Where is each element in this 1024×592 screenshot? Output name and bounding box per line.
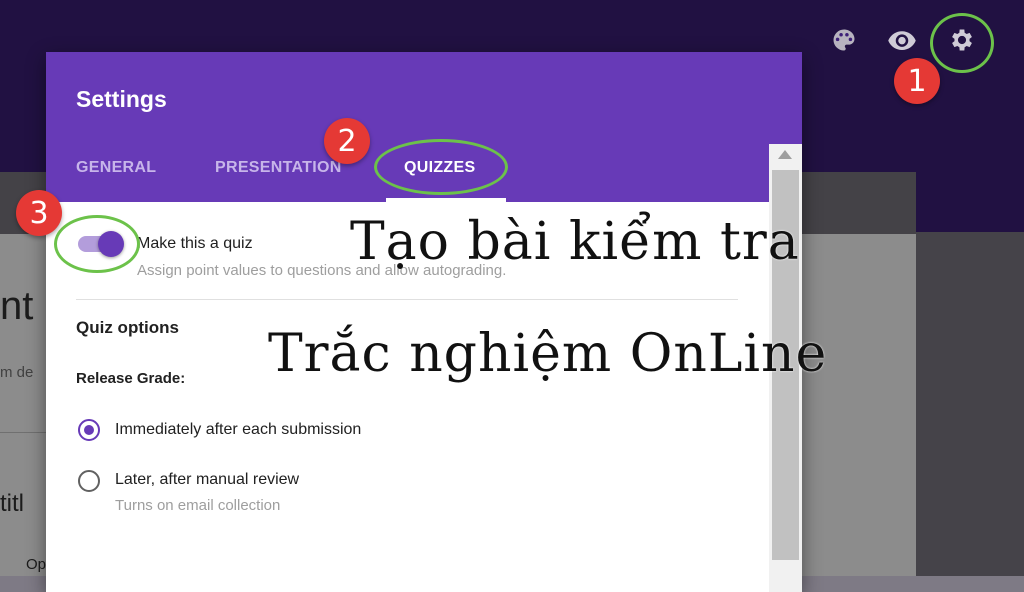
release-grade-label: Release Grade: — [76, 370, 186, 387]
settings-dialog: Settings GENERAL PRESENTATION QUIZZES Ma… — [46, 52, 802, 592]
step-badge-2: 2 — [324, 118, 370, 164]
quizzes-tab-highlight-ring — [374, 139, 508, 195]
tab-presentation[interactable]: PRESENTATION — [215, 159, 342, 177]
quiz-options-heading: Quiz options — [76, 318, 179, 337]
gear-highlight-ring — [930, 13, 994, 73]
eye-icon[interactable] — [884, 22, 920, 58]
radio-later-sublabel: Turns on email collection — [115, 497, 281, 514]
quiz-toggle-label: Make this a quiz — [137, 235, 253, 252]
dialog-title: Settings — [76, 86, 167, 112]
palette-icon[interactable] — [826, 22, 862, 58]
section-divider — [76, 299, 738, 300]
scroll-up-arrow-icon[interactable] — [778, 150, 792, 159]
active-tab-indicator — [386, 198, 506, 202]
radio-later-label[interactable]: Later, after manual review — [115, 471, 299, 489]
overlay-title-line1: Tạo bài kiểm tra — [350, 212, 800, 272]
radio-later[interactable] — [78, 470, 100, 492]
overlay-title-line2: Trắc nghiệm OnLine — [268, 324, 828, 384]
step-badge-3: 3 — [16, 190, 62, 236]
radio-immediately-label[interactable]: Immediately after each submission — [115, 421, 361, 439]
tab-general[interactable]: GENERAL — [76, 159, 156, 177]
toggle-highlight-ring — [54, 215, 140, 273]
radio-immediately[interactable] — [78, 419, 100, 441]
step-badge-1: 1 — [894, 58, 940, 104]
